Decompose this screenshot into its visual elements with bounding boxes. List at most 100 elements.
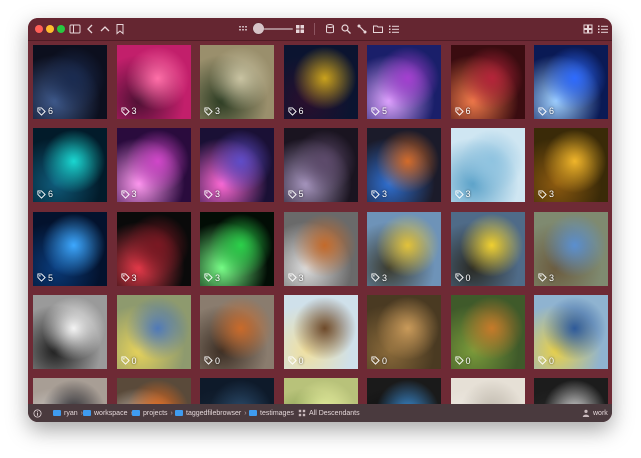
chevron-right-icon: › <box>244 409 247 417</box>
path-crumb-workspace[interactable]: workspace › <box>83 404 133 422</box>
up-icon[interactable] <box>98 22 112 36</box>
filter-list-icon[interactable] <box>387 22 401 36</box>
tag-count-badge: 6 <box>454 106 471 116</box>
thumbnail-tile[interactable]: 0 <box>450 211 525 286</box>
small-grid-icon[interactable] <box>237 22 251 36</box>
thumbnail-tile[interactable] <box>283 378 358 407</box>
tag-count-label: 3 <box>549 272 555 283</box>
path-crumb-testimages[interactable]: testimages <box>249 404 294 422</box>
sidebar-icon[interactable] <box>68 22 82 36</box>
info-icon[interactable] <box>33 404 42 422</box>
folder-icon <box>132 410 140 416</box>
connect-icon[interactable] <box>355 22 369 36</box>
thumbnail-tile[interactable]: 3 <box>534 211 608 286</box>
path-crumb-taggedfilebrowser[interactable]: taggedfilebrowser › <box>175 404 247 422</box>
tag-count-label: 0 <box>549 355 555 366</box>
thumbnail-tile[interactable]: 0 <box>450 294 525 369</box>
tag-count-label: 6 <box>48 106 54 116</box>
path-crumb-ryan[interactable]: ryan › <box>53 404 83 422</box>
scope-selector[interactable]: All Descendants <box>298 404 360 422</box>
tag-icon <box>287 356 297 366</box>
thumbnail-tile[interactable] <box>33 294 107 369</box>
thumbnail-tile[interactable]: 0 <box>116 294 191 369</box>
thumbnail-tile[interactable]: 6 <box>450 45 525 119</box>
thumbnail-tile[interactable]: 0 <box>283 294 358 369</box>
tag-count-badge: 5 <box>37 273 53 283</box>
folder-icon <box>53 410 61 416</box>
thumbnail-tile[interactable]: 3 <box>283 211 358 286</box>
thumbnail-tile[interactable] <box>367 378 441 407</box>
scope-label: All Descendants <box>309 409 360 417</box>
tag-icon <box>287 273 297 282</box>
tag-count-label: 3 <box>382 272 388 283</box>
tag-count-label: 5 <box>48 272 54 283</box>
bookmark-icon[interactable] <box>113 22 127 36</box>
tag-count-label: 6 <box>298 106 304 116</box>
thumbnail-tile[interactable]: 0 <box>200 294 274 369</box>
tag-count-badge: 3 <box>120 273 137 283</box>
thumbnail-tile[interactable]: 3 <box>116 211 191 286</box>
tag-count-label: 0 <box>131 355 137 366</box>
chevron-right-icon: › <box>170 409 173 417</box>
tag-count-badge: 6 <box>37 106 53 116</box>
tag-count-badge: 3 <box>371 273 387 283</box>
tag-icon <box>204 273 213 282</box>
zoom-window-button[interactable] <box>57 25 65 33</box>
tag-icon <box>120 106 130 116</box>
descendants-icon <box>298 409 306 417</box>
thumbnail-tile[interactable]: 3 <box>534 128 608 203</box>
toolbar-separator <box>314 23 315 35</box>
tag-count-badge: 6 <box>287 106 304 116</box>
thumbnail-tile[interactable] <box>116 378 191 407</box>
database-icon[interactable] <box>323 22 337 36</box>
thumbnail-tile[interactable] <box>200 378 274 407</box>
zoom-slider-knob[interactable] <box>253 23 264 34</box>
search-icon[interactable] <box>339 22 353 36</box>
thumbnail-tile[interactable]: 6 <box>33 128 107 203</box>
tag-count-label: 5 <box>382 106 388 116</box>
workspace-indicator[interactable]: work <box>582 404 608 422</box>
tag-count-badge: 0 <box>538 356 554 366</box>
thumbnail-tile[interactable]: 3 <box>200 45 274 119</box>
tag-count-badge: 3 <box>204 273 220 283</box>
tag-icon <box>538 190 547 199</box>
thumbnail-tile[interactable]: 3 <box>200 211 274 286</box>
thumbnail-tile[interactable]: 3 <box>200 128 274 203</box>
thumbnail-tile[interactable]: 5 <box>283 128 358 203</box>
thumbnail-tile[interactable]: 3 <box>450 128 525 203</box>
large-grid-icon[interactable] <box>293 22 307 36</box>
thumbnail-tile[interactable] <box>450 378 525 407</box>
thumbnail-tile[interactable]: 3 <box>116 45 191 119</box>
thumbnail-tile[interactable]: 5 <box>367 45 441 119</box>
thumbnail-tile[interactable]: 0 <box>534 294 608 369</box>
thumbnail-tile[interactable]: 6 <box>33 45 107 119</box>
thumbnail-tile[interactable] <box>33 378 107 407</box>
tag-icon <box>371 356 380 366</box>
thumbnail-tile[interactable]: 6 <box>534 45 608 119</box>
grid-view-icon[interactable] <box>581 22 595 36</box>
thumbnail-tile[interactable]: 0 <box>367 294 441 369</box>
tag-count-label: 0 <box>298 355 304 366</box>
close-window-button[interactable] <box>35 25 43 33</box>
tag-icon <box>287 106 297 116</box>
tag-icon <box>37 273 46 282</box>
thumbnail-tile[interactable]: 5 <box>33 211 107 286</box>
thumbnail-tile[interactable]: 3 <box>367 128 441 203</box>
tag-icon <box>37 106 46 116</box>
thumbnail-tile[interactable] <box>534 378 608 407</box>
tag-count-label: 0 <box>465 355 471 366</box>
thumbnail-tile[interactable]: 6 <box>283 45 358 119</box>
list-view-icon[interactable] <box>596 22 610 36</box>
back-icon[interactable] <box>83 22 97 36</box>
folder-icon[interactable] <box>371 22 385 36</box>
thumbnail-tile[interactable]: 3 <box>116 128 191 203</box>
tag-count-label: 0 <box>465 272 471 283</box>
tag-count-label: 3 <box>131 189 137 200</box>
tag-count-badge: 0 <box>120 355 137 366</box>
path-crumb-projects[interactable]: projects › <box>132 404 173 422</box>
path-crumb-label: projects <box>143 409 168 417</box>
tag-icon <box>204 190 213 199</box>
minimize-window-button[interactable] <box>46 25 54 33</box>
tag-count-badge: 5 <box>371 106 387 116</box>
thumbnail-tile[interactable]: 3 <box>367 211 441 286</box>
